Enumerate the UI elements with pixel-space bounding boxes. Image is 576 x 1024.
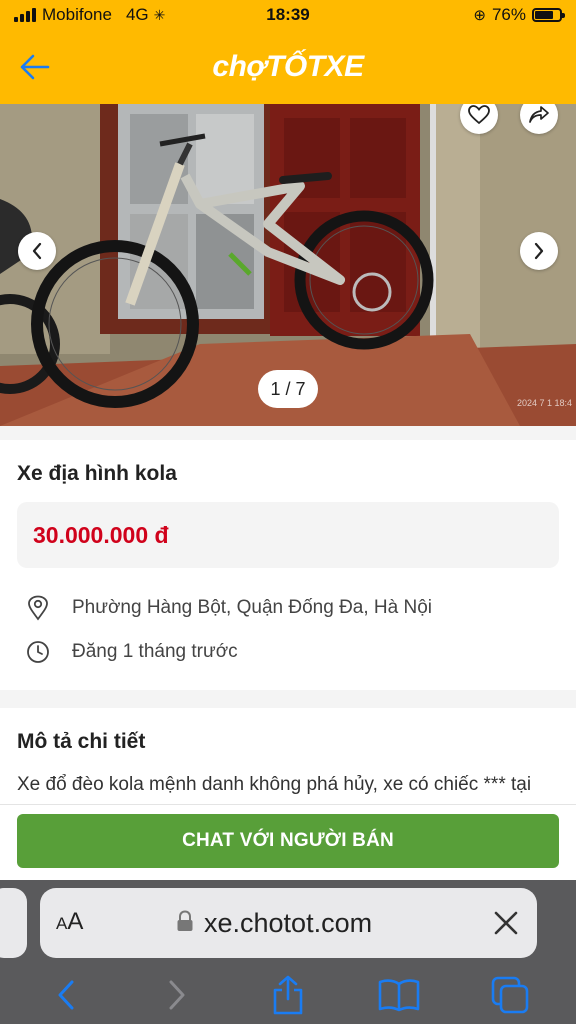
text-size-button[interactable]: AA bbox=[56, 908, 83, 936]
listing-title: Xe địa hình kola bbox=[17, 462, 177, 485]
chat-with-seller-button[interactable]: CHAT VỚI NGƯỜI BÁN bbox=[17, 814, 559, 868]
back-icon[interactable] bbox=[44, 973, 88, 1017]
chototxe-logo[interactable]: chợTỐTXE bbox=[212, 50, 364, 84]
previous-tab-stub[interactable] bbox=[0, 888, 27, 958]
share-sheet-icon[interactable] bbox=[266, 973, 310, 1017]
signal-icon bbox=[14, 8, 36, 22]
browser-toolbar bbox=[0, 966, 576, 1024]
status-right: ⊕ 76% bbox=[362, 5, 565, 25]
description-heading: Mô tả chi tiết bbox=[17, 730, 146, 753]
posted-row: Đăng 1 tháng trước bbox=[24, 638, 238, 666]
url-display[interactable]: xe.chotot.com bbox=[176, 908, 372, 939]
carrier-name: Mobifone bbox=[42, 5, 112, 24]
clock-icon bbox=[24, 638, 52, 666]
description-text: Xe đổ đèo kola mệnh danh không phá hủy, … bbox=[17, 774, 532, 795]
battery-percent: 76% bbox=[491, 5, 526, 24]
address-bar[interactable]: AA xe.chotot.com bbox=[40, 888, 537, 958]
location-text: Phường Hàng Bột, Quận Đống Đa, Hà Nội bbox=[72, 597, 432, 618]
tabs-icon[interactable] bbox=[488, 973, 532, 1017]
battery-icon bbox=[532, 8, 565, 22]
bookmarks-icon[interactable] bbox=[377, 973, 421, 1017]
status-bar: Mobifone 4G ✳ 18:39 ⊕ 76% bbox=[0, 0, 576, 30]
chat-bar: CHAT VỚI NGƯỜI BÁN bbox=[0, 804, 576, 880]
aa-small-letter: A bbox=[56, 914, 68, 933]
url-text: xe.chotot.com bbox=[204, 908, 373, 938]
forward-icon[interactable] bbox=[155, 973, 199, 1017]
posted-time-text: Đăng 1 tháng trước bbox=[72, 641, 238, 662]
photo-timestamp-watermark: 2024 7 1 18:4 bbox=[516, 398, 572, 408]
arrow-left-icon[interactable] bbox=[18, 50, 52, 84]
close-icon[interactable] bbox=[493, 910, 519, 936]
image-counter: 1 / 7 bbox=[258, 370, 318, 408]
network-type: 4G bbox=[125, 5, 149, 24]
activity-icon: ✳ bbox=[153, 6, 166, 23]
location-row: Phường Hàng Bột, Quận Đống Đa, Hà Nội bbox=[24, 594, 432, 622]
lock-icon bbox=[176, 908, 194, 939]
chevron-right-icon[interactable] bbox=[520, 232, 558, 270]
description-section: Mô tả chi tiết Xe đổ đèo kola mệnh danh … bbox=[0, 708, 576, 804]
chevron-left-icon[interactable] bbox=[18, 232, 56, 270]
browser-chrome: AA xe.chotot.com bbox=[0, 880, 576, 1024]
location-pin-icon bbox=[24, 594, 52, 622]
orientation-lock-icon: ⊕ bbox=[473, 7, 486, 24]
status-time: 18:39 bbox=[266, 5, 310, 24]
status-left: Mobifone 4G ✳ bbox=[14, 5, 214, 25]
listing-info: Xe địa hình kola 30.000.000 đ Phường Hàn… bbox=[0, 440, 576, 690]
app-header: chợTỐTXE bbox=[0, 30, 576, 104]
aa-large-letter: A bbox=[67, 908, 84, 935]
listing-price: 30.000.000 đ bbox=[33, 521, 169, 548]
price-box: 30.000.000 đ bbox=[17, 502, 559, 568]
battery-fill bbox=[535, 11, 554, 19]
photo-gallery[interactable]: 1 / 7 2024 7 1 18:4 bbox=[0, 104, 576, 426]
